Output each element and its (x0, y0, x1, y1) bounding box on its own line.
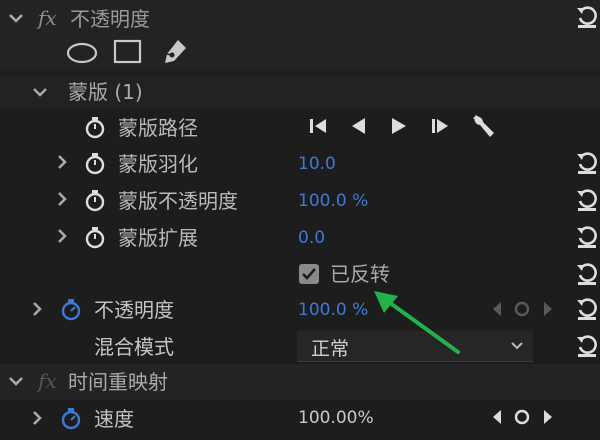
speed-value[interactable]: 100.00% (298, 407, 374, 429)
blend-mode-selected: 正常 (311, 338, 350, 360)
ellipse-icon[interactable] (66, 41, 98, 69)
reset-icon[interactable] (574, 187, 600, 213)
chevron-down-icon[interactable] (4, 369, 28, 393)
opacity-value[interactable]: 100.0 % (298, 299, 368, 321)
pen-icon[interactable] (160, 37, 188, 71)
mask-expansion-row: 蒙版扩展 0.0 (0, 218, 600, 255)
fx-badge[interactable]: fx (38, 369, 57, 393)
track-next-icon[interactable] (428, 114, 452, 142)
play-icon[interactable] (387, 114, 411, 142)
inverted-checkbox[interactable] (299, 264, 319, 284)
reset-icon[interactable] (574, 296, 600, 322)
reset-icon[interactable] (574, 333, 600, 359)
reset-icon[interactable] (574, 4, 600, 30)
wrench-icon[interactable] (470, 112, 496, 144)
mask-header: 蒙版 (1) (0, 74, 600, 111)
track-prev-icon[interactable] (306, 114, 330, 142)
prev-keyframe-icon[interactable] (490, 408, 504, 430)
chevron-down-icon[interactable] (4, 6, 28, 30)
time-remap-title: 时间重映射 (68, 370, 168, 394)
chevron-right-icon[interactable] (50, 224, 74, 248)
mask-path-label: 蒙版路径 (118, 116, 198, 140)
stopwatch-icon[interactable] (82, 224, 108, 250)
mask-inverted-row: 已反转 (0, 255, 600, 292)
stopwatch-active-icon[interactable] (58, 296, 84, 322)
chevron-right-icon[interactable] (50, 150, 74, 174)
stopwatch-icon[interactable] (82, 114, 108, 140)
mask-opacity-label: 蒙版不透明度 (118, 189, 238, 213)
mask-path-row: 蒙版路径 (0, 108, 600, 145)
reset-icon[interactable] (574, 261, 600, 287)
add-keyframe-icon[interactable] (512, 407, 532, 431)
mask-shape-tools (0, 35, 600, 71)
mask-opacity-row: 蒙版不透明度 100.0 % (0, 181, 600, 218)
fx-badge[interactable]: fx (38, 6, 57, 30)
chevron-right-icon[interactable] (25, 406, 49, 430)
annotation-arrow-icon (374, 291, 460, 354)
reset-icon[interactable] (574, 224, 600, 250)
mask-feather-value[interactable]: 10.0 (298, 153, 336, 175)
blend-mode-label: 混合模式 (94, 335, 174, 359)
mask-opacity-value[interactable]: 100.0 % (298, 190, 368, 212)
add-keyframe-icon[interactable] (512, 299, 532, 323)
chevron-down-icon[interactable] (28, 80, 52, 104)
prev-keyframe-icon[interactable] (490, 300, 504, 322)
chevron-down-icon (509, 337, 525, 353)
blend-mode-row: 混合模式 正常 (0, 328, 600, 365)
inverted-label[interactable]: 已反转 (330, 262, 390, 286)
speed-label: 速度 (94, 407, 134, 431)
mask-expansion-label: 蒙版扩展 (118, 226, 198, 250)
reset-icon[interactable] (574, 150, 600, 176)
rectangle-icon[interactable] (113, 39, 143, 69)
mask-title: 蒙版 (1) (68, 80, 143, 104)
chevron-right-icon[interactable] (25, 297, 49, 321)
stopwatch-active-icon[interactable] (58, 405, 84, 431)
mask-feather-label: 蒙版羽化 (118, 152, 198, 176)
step-back-icon[interactable] (346, 114, 370, 142)
speed-row: 速度 100.00% (0, 400, 600, 440)
next-keyframe-icon[interactable] (541, 408, 555, 430)
stopwatch-icon[interactable] (82, 187, 108, 213)
opacity-label: 不透明度 (94, 298, 174, 322)
mask-feather-row: 蒙版羽化 10.0 (0, 144, 600, 181)
stopwatch-icon[interactable] (82, 150, 108, 176)
time-remap-header: fx 时间重映射 (0, 364, 600, 400)
effect-title: 不透明度 (70, 7, 150, 31)
opacity-row: 不透明度 100.0 % (0, 291, 600, 328)
opacity-effect-header: fx 不透明度 (0, 0, 600, 37)
next-keyframe-icon[interactable] (541, 300, 555, 322)
chevron-right-icon[interactable] (50, 187, 74, 211)
mask-expansion-value[interactable]: 0.0 (298, 227, 325, 249)
